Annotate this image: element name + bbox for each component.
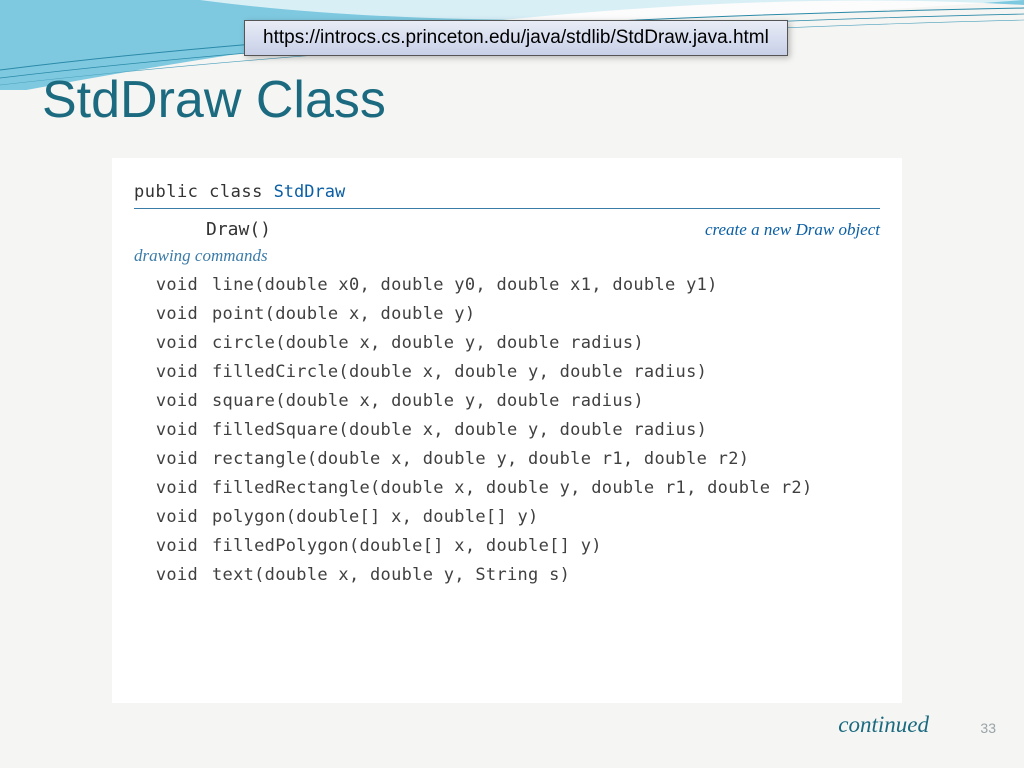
method-row: void line(double x0, double y0, double x1… bbox=[146, 270, 880, 299]
section-label: drawing commands bbox=[134, 246, 880, 266]
constructor-description: create a new Draw object bbox=[705, 220, 880, 240]
method-signature: circle(double x, double y, double radius… bbox=[212, 333, 644, 353]
return-type: void bbox=[146, 507, 198, 527]
continued-label: continued bbox=[838, 712, 929, 738]
method-row: void rectangle(double x, double y, double… bbox=[146, 444, 880, 473]
method-list: void line(double x0, double y0, double x1… bbox=[134, 270, 880, 589]
method-row: void filledPolygon(double[] x, double[] y… bbox=[146, 531, 880, 560]
method-signature: filledPolygon(double[] x, double[] y) bbox=[212, 536, 602, 556]
method-signature: filledSquare(double x, double y, double … bbox=[212, 420, 707, 440]
method-row: void filledRectangle(double x, double y, … bbox=[146, 473, 880, 502]
method-row: void polygon(double[] x, double[] y) bbox=[146, 502, 880, 531]
method-signature: filledCircle(double x, double y, double … bbox=[212, 362, 707, 382]
slide-title: StdDraw Class bbox=[42, 70, 386, 130]
constructor-row: Draw() create a new Draw object bbox=[134, 219, 880, 240]
method-row: void filledSquare(double x, double y, dou… bbox=[146, 415, 880, 444]
ctor-desc-suffix: object bbox=[834, 220, 880, 239]
return-type: void bbox=[146, 362, 198, 382]
method-signature: filledRectangle(double x, double y, doub… bbox=[212, 478, 813, 498]
class-declaration: public class StdDraw bbox=[134, 182, 880, 202]
api-panel: public class StdDraw Draw() create a new… bbox=[112, 158, 902, 703]
method-row: void filledCircle(double x, double y, dou… bbox=[146, 357, 880, 386]
return-type: void bbox=[146, 391, 198, 411]
ctor-desc-obj: Draw bbox=[795, 220, 834, 239]
method-signature: text(double x, double y, String s) bbox=[212, 565, 570, 585]
method-row: void circle(double x, double y, double ra… bbox=[146, 328, 880, 357]
divider bbox=[134, 208, 880, 209]
class-keywords: public class bbox=[134, 182, 274, 202]
return-type: void bbox=[146, 536, 198, 556]
return-type: void bbox=[146, 420, 198, 440]
method-row: void text(double x, double y, String s) bbox=[146, 560, 880, 589]
class-name: StdDraw bbox=[274, 182, 346, 202]
method-signature: square(double x, double y, double radius… bbox=[212, 391, 644, 411]
method-signature: point(double x, double y) bbox=[212, 304, 475, 324]
slide-number: 33 bbox=[980, 720, 996, 736]
return-type: void bbox=[146, 333, 198, 353]
ctor-desc-prefix: create a new bbox=[705, 220, 795, 239]
return-type: void bbox=[146, 449, 198, 469]
constructor-signature: Draw() bbox=[134, 219, 271, 240]
return-type: void bbox=[146, 565, 198, 585]
source-url-link[interactable]: https://introcs.cs.princeton.edu/java/st… bbox=[244, 20, 788, 56]
method-signature: polygon(double[] x, double[] y) bbox=[212, 507, 539, 527]
return-type: void bbox=[146, 304, 198, 324]
return-type: void bbox=[146, 275, 198, 295]
method-signature: line(double x0, double y0, double x1, do… bbox=[212, 275, 718, 295]
method-signature: rectangle(double x, double y, double r1,… bbox=[212, 449, 749, 469]
return-type: void bbox=[146, 478, 198, 498]
method-row: void square(double x, double y, double ra… bbox=[146, 386, 880, 415]
method-row: void point(double x, double y) bbox=[146, 299, 880, 328]
